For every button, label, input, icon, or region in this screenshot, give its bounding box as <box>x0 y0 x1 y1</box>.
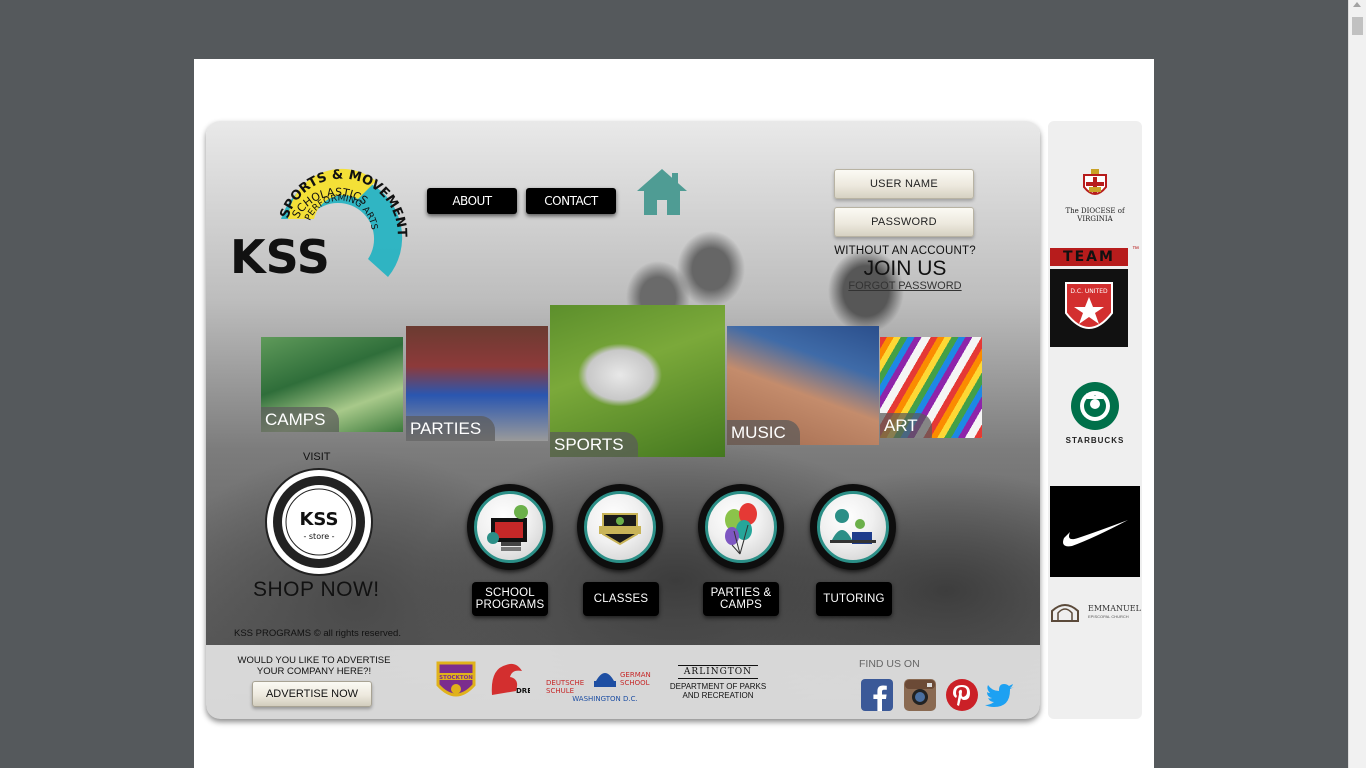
tile-camps-label: CAMPS <box>261 407 340 432</box>
german-school-logo[interactable]: DEUTSCHE SCHULE GERMAN SCHOOL WASHINGTON… <box>544 661 666 703</box>
no-account-text: WITHOUT AN ACCOUNT? <box>834 245 976 257</box>
pinterest-icon[interactable] <box>946 679 978 711</box>
tile-music-label: MUSIC <box>727 420 800 445</box>
parties-camps-label: PARTIES & CAMPS <box>710 587 772 611</box>
password-field[interactable]: PASSWORD <box>834 207 974 237</box>
tile-art[interactable]: ART <box>880 337 982 438</box>
twitter-icon[interactable] <box>984 679 1016 711</box>
dc-united-crest-icon: D.C. UNITED <box>1065 282 1113 329</box>
school-programs-button[interactable]: SCHOOL PROGRAMS <box>472 582 548 616</box>
arlington-parks-logo[interactable]: ARLINGTON DEPARTMENT OF PARKS AND RECREA… <box>668 657 768 707</box>
store-badge-text: KSS <box>299 509 338 530</box>
svg-text:SCHOOL: SCHOOL <box>620 679 650 687</box>
stockton-logo[interactable]: STOCKTON <box>434 657 478 705</box>
diocese-shield-icon <box>1083 169 1107 195</box>
scroll-thumb[interactable] <box>1352 17 1363 35</box>
sponsors-sidebar: The DIOCESE of VIRGINIA TEAM ™ D.C. UNIT… <box>1048 121 1142 719</box>
tile-sports[interactable]: SPORTS <box>550 305 725 457</box>
school-programs-label: SCHOOL PROGRAMS <box>475 587 545 611</box>
join-us-link[interactable]: JOIN US <box>824 258 986 280</box>
tile-sports-label: SPORTS <box>550 432 638 457</box>
page-container: SPORTS & MOVEMENT SCHOLASTICS PERFORMING… <box>194 59 1154 768</box>
svg-text:STOCKTON: STOCKTON <box>439 675 473 681</box>
about-button[interactable]: ABOUT <box>427 188 517 214</box>
tutoring-label: TUTORING <box>823 593 885 605</box>
svg-text:DEUTSCHE: DEUTSCHE <box>546 679 584 687</box>
tile-music[interactable]: MUSIC <box>727 326 879 445</box>
parties-camps-button[interactable]: PARTIES & CAMPS <box>703 582 779 616</box>
dc-united-logo[interactable]: TEAM ™ D.C. UNITED <box>1050 246 1140 350</box>
store-badge-sub: - store - <box>303 532 334 541</box>
visit-text: VISIT <box>303 451 331 463</box>
classes-label: CLASSES <box>593 593 649 605</box>
tile-camps[interactable]: CAMPS <box>261 337 403 432</box>
find-us-text: FIND US ON <box>859 658 920 670</box>
drew-school-logo[interactable]: DREW <box>486 657 530 703</box>
home-icon[interactable] <box>636 167 688 217</box>
svg-text:D.C. UNITED: D.C. UNITED <box>1070 288 1108 295</box>
svg-text:WASHINGTON D.C.: WASHINGTON D.C. <box>572 695 638 703</box>
kss-store-badge[interactable]: KSS - store - <box>264 467 374 577</box>
join-block: WITHOUT AN ACCOUNT? JOIN US FORGOT PASSW… <box>824 245 986 292</box>
logo-letters: KSS <box>230 230 330 284</box>
starbucks-siren-icon <box>1071 382 1119 430</box>
advertise-question: WOULD YOU LIKE TO ADVERTISE YOUR COMPANY… <box>237 655 391 677</box>
tile-parties-label: PARTIES <box>406 416 496 441</box>
contact-button[interactable]: CONTACT <box>526 188 616 214</box>
church-arch-icon <box>1051 604 1079 622</box>
nike-logo[interactable] <box>1050 486 1140 577</box>
tile-art-label: ART <box>880 413 932 438</box>
advertise-now-button[interactable]: ADVERTISE NOW <box>252 681 372 707</box>
emmanuel-church-logo[interactable]: EMMANUEL EPISCOPAL CHURCH <box>1048 599 1142 625</box>
balloons-icon[interactable] <box>698 484 784 570</box>
tile-parties[interactable]: PARTIES <box>406 326 548 441</box>
facebook-icon[interactable] <box>861 679 893 711</box>
hero-panel: SPORTS & MOVEMENT SCHOLASTICS PERFORMING… <box>206 121 1040 719</box>
scroll-up-arrow-icon[interactable] <box>1353 2 1361 7</box>
instagram-icon[interactable] <box>904 679 936 711</box>
school-programs-icon[interactable] <box>467 484 553 570</box>
classes-icon[interactable] <box>577 484 663 570</box>
username-field[interactable]: USER NAME <box>834 169 974 199</box>
svg-text:GERMAN: GERMAN <box>620 671 651 679</box>
svg-text:SCHULE: SCHULE <box>546 687 574 695</box>
page-scrollbar[interactable] <box>1348 0 1366 768</box>
nike-swoosh-icon <box>1063 520 1128 547</box>
forgot-password-link[interactable]: FORGOT PASSWORD <box>824 280 986 292</box>
classes-button[interactable]: CLASSES <box>583 582 659 616</box>
copyright-text: KSS PROGRAMS © all rights reserved. <box>234 628 401 639</box>
tutoring-button[interactable]: TUTORING <box>816 582 892 616</box>
starbucks-logo[interactable]: STARBUCKS <box>1048 381 1142 445</box>
diocese-virginia-logo[interactable]: The DIOCESE of VIRGINIA <box>1048 169 1142 223</box>
svg-text:DREW: DREW <box>516 687 530 695</box>
kss-logo[interactable]: SPORTS & MOVEMENT SCHOLASTICS PERFORMING… <box>226 149 416 299</box>
shop-now-link[interactable]: SHOP NOW! <box>253 578 380 602</box>
tutoring-icon[interactable] <box>810 484 896 570</box>
